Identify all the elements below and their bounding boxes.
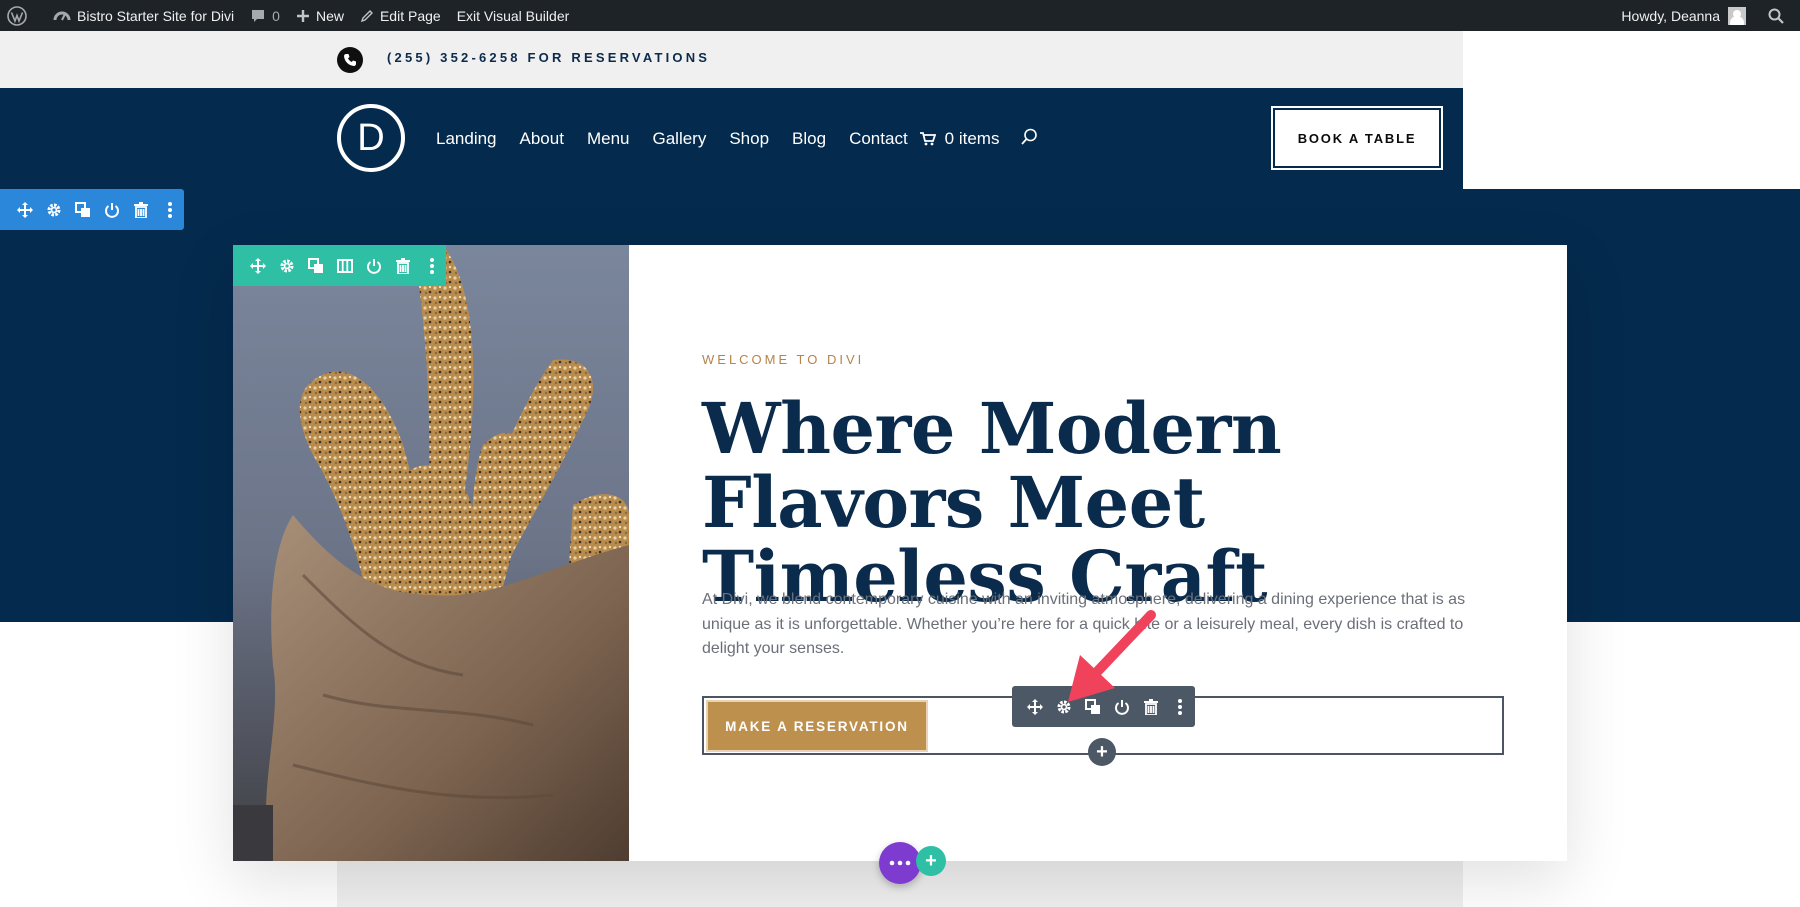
row-trash-icon[interactable] xyxy=(388,245,417,286)
site-name-link[interactable]: Bistro Starter Site for Divi xyxy=(41,0,242,31)
main-navigation: Landing About Menu Gallery Shop Blog Con… xyxy=(436,128,1038,150)
site-logo[interactable]: D xyxy=(337,104,405,172)
comment-icon xyxy=(252,9,265,22)
section-duplicate-icon[interactable] xyxy=(68,189,97,230)
header-search-button[interactable] xyxy=(1021,128,1038,150)
row-toolbar xyxy=(233,245,446,286)
top-info-bar: (255) 352-6258 FOR RESERVATIONS xyxy=(0,31,1463,88)
nav-item-about[interactable]: About xyxy=(520,129,564,149)
new-label: New xyxy=(315,7,344,24)
exit-builder-label: Exit Visual Builder xyxy=(456,7,570,24)
book-a-table-button[interactable]: BOOK A TABLE xyxy=(1271,106,1443,170)
comments-link[interactable]: 0 xyxy=(242,0,288,31)
cart-count: 0 items xyxy=(944,129,1000,148)
avatar xyxy=(1728,6,1746,25)
annotation-arrow xyxy=(1068,610,1156,702)
section-more-icon[interactable] xyxy=(155,189,184,230)
edit-page-link[interactable]: Edit Page xyxy=(352,0,449,31)
exit-visual-builder-link[interactable]: Exit Visual Builder xyxy=(449,0,578,31)
cart-icon xyxy=(919,132,936,146)
edit-page-label: Edit Page xyxy=(379,7,441,24)
new-content-link[interactable]: New xyxy=(288,0,352,31)
more-horizontal-icon xyxy=(889,860,911,866)
my-account-link[interactable]: Howdy, Deanna xyxy=(1613,0,1760,31)
admin-search-button[interactable] xyxy=(1760,0,1800,31)
plus-icon xyxy=(296,9,309,22)
row-duplicate-icon[interactable] xyxy=(301,245,330,286)
search-icon xyxy=(1021,128,1038,145)
logo-letter: D xyxy=(357,116,385,159)
browser-viewport: Bistro Starter Site for Divi 0 New Edit … xyxy=(0,0,1800,907)
row-columns-icon[interactable] xyxy=(330,245,359,286)
dashboard-icon xyxy=(53,11,71,20)
row-power-icon[interactable] xyxy=(359,245,388,286)
make-a-reservation-button[interactable]: MAKE A RESERVATION xyxy=(706,700,928,752)
cart-link[interactable]: 0 items xyxy=(919,129,1000,149)
site-name: Bistro Starter Site for Divi xyxy=(77,7,235,24)
breadsticks-photo xyxy=(233,245,629,861)
row-more-icon[interactable] xyxy=(417,245,446,286)
builder-page-settings-button[interactable] xyxy=(879,842,921,884)
phone-icon xyxy=(337,47,363,73)
nav-item-blog[interactable]: Blog xyxy=(792,129,826,149)
comments-count: 0 xyxy=(272,7,280,24)
row-gear-icon[interactable] xyxy=(272,245,301,286)
pencil-icon xyxy=(360,9,373,22)
wordpress-icon xyxy=(7,5,27,26)
phone-reservations-text: (255) 352-6258 FOR RESERVATIONS xyxy=(387,50,711,65)
section-gear-icon[interactable] xyxy=(39,189,68,230)
site-header: D Landing About Menu Gallery Shop Blog C… xyxy=(0,88,1463,189)
wp-logo-button[interactable] xyxy=(0,0,41,31)
section-toolbar xyxy=(0,189,184,230)
section-power-icon[interactable] xyxy=(97,189,126,230)
search-icon xyxy=(1768,8,1784,24)
add-row-button[interactable]: + xyxy=(916,846,946,876)
nav-item-shop[interactable]: Shop xyxy=(729,129,769,149)
nav-item-contact[interactable]: Contact xyxy=(849,129,908,149)
nav-item-gallery[interactable]: Gallery xyxy=(652,129,706,149)
hero-eyebrow: WELCOME TO DIVI xyxy=(702,352,865,367)
howdy-label: Howdy, Deanna xyxy=(1621,7,1720,24)
module-move-icon[interactable] xyxy=(1020,686,1049,727)
hero-headline: Where Modern Flavors Meet Timeless Craft xyxy=(702,387,1282,618)
row-move-icon[interactable] xyxy=(243,245,272,286)
nav-item-menu[interactable]: Menu xyxy=(587,129,630,149)
nav-item-landing[interactable]: Landing xyxy=(436,129,497,149)
wp-admin-bar: Bistro Starter Site for Divi 0 New Edit … xyxy=(0,0,1800,31)
section-move-icon[interactable] xyxy=(10,189,39,230)
add-module-button[interactable]: + xyxy=(1088,738,1116,766)
section-trash-icon[interactable] xyxy=(126,189,155,230)
